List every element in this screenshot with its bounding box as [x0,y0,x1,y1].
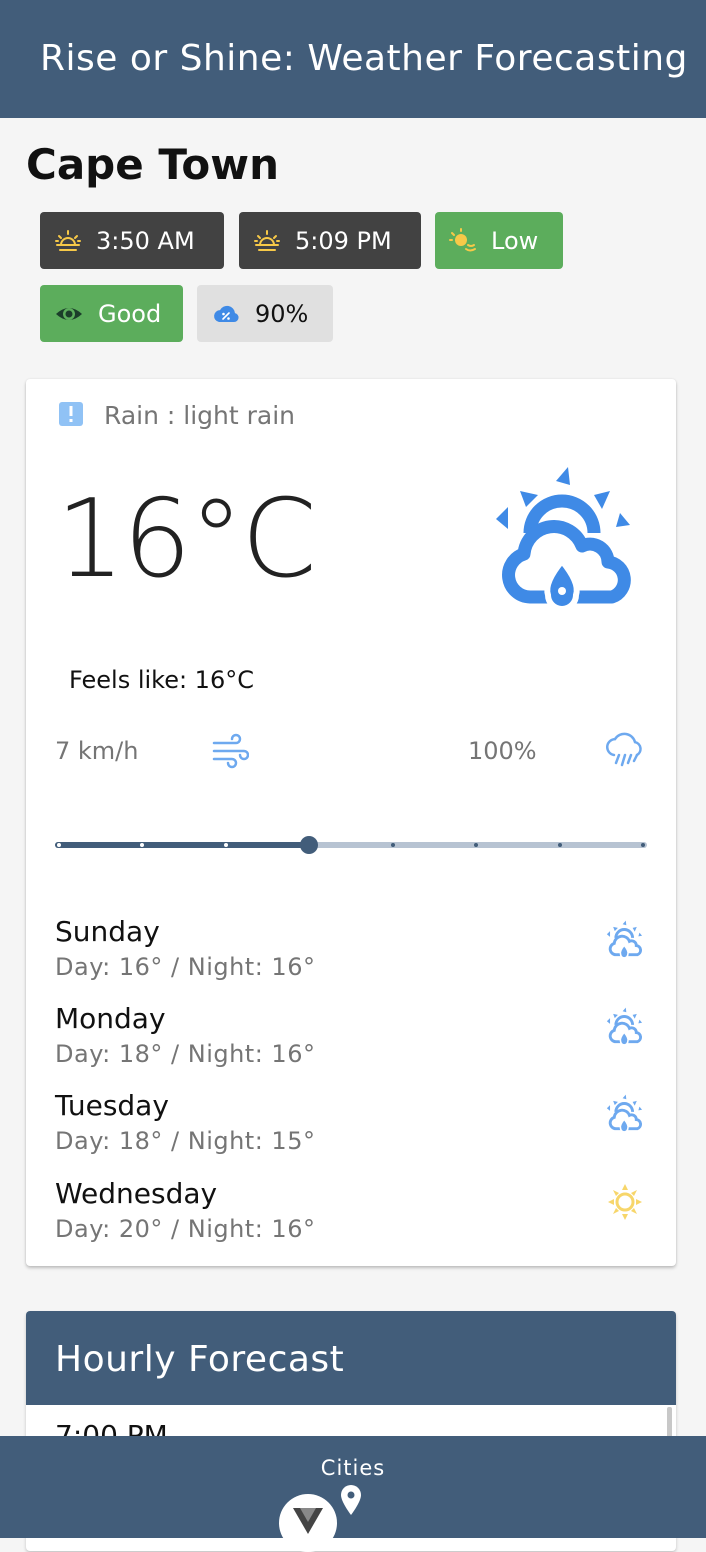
sunset-icon [254,229,280,251]
slider-tick [557,843,562,847]
app-bar: Rise or Shine: Weather Forecasting [0,0,706,118]
current-weather-card: Rain : light rain 16°C Feels like: 16°C … [26,379,676,1266]
day-slider[interactable] [55,835,647,855]
location-pin-icon[interactable] [340,1484,362,1516]
visibility-chip[interactable]: Good [40,285,183,342]
wind-speed: 7 km/h [55,737,139,765]
sunset-time: 5:09 PM [295,226,392,255]
humidity-cloud-icon [214,305,239,322]
sun-cloud-rain-icon [606,920,643,959]
day-name: Wednesday [55,1177,218,1210]
slider-tick [641,843,645,847]
humidity-value: 90% [255,299,309,328]
slider-tick [223,843,228,847]
day-temps: Day: 18° / Night: 15° [55,1127,316,1155]
day-temps: Day: 20° / Night: 16° [55,1215,316,1243]
uv-index-icon [449,227,476,251]
slider-thumb[interactable] [300,836,319,854]
nav-cities-label[interactable]: Cities [0,1456,706,1480]
app-title: Rise or Shine: Weather Forecasting [40,38,688,79]
alert-icon [59,402,83,426]
current-temperature: 16°C [56,477,317,602]
uv-chip[interactable]: Low [435,212,563,269]
sun-cloud-rain-icon [496,467,631,612]
sunrise-icon [55,229,81,251]
day-temps: Day: 18° / Night: 16° [55,1040,316,1068]
feels-like-text: Feels like: 16°C [69,666,254,694]
humidity-chip[interactable]: 90% [197,285,333,342]
sunrise-time: 3:50 AM [96,226,195,255]
precipitation-chance: 100% [468,737,537,765]
slider-tick [57,843,61,847]
city-title: Cape Town [26,140,279,189]
daily-row-monday[interactable]: Monday Day: 18° / Night: 16° [55,1002,645,1080]
vue-logo-icon [293,1508,323,1534]
daily-row-tuesday[interactable]: Tuesday Day: 18° / Night: 15° [55,1089,645,1167]
day-name: Tuesday [55,1089,169,1122]
sunset-chip[interactable]: 5:09 PM [239,212,421,269]
slider-tick [390,843,395,847]
day-name: Sunday [55,915,160,948]
day-name: Monday [55,1002,166,1035]
bottom-navigation: Cities [0,1436,706,1552]
day-temps: Day: 16° / Night: 16° [55,953,316,981]
sunrise-chip[interactable]: 3:50 AM [40,212,224,269]
slider-fill [55,842,310,848]
visibility-value: Good [98,299,162,328]
hourly-forecast-header: Hourly Forecast [26,1311,676,1405]
daily-row-sunday[interactable]: Sunday Day: 16° / Night: 16° [55,915,645,993]
hourly-forecast-title: Hourly Forecast [55,1339,345,1380]
wind-icon [212,733,249,769]
daily-row-wednesday[interactable]: Wednesday Day: 20° / Night: 16° [55,1177,645,1255]
sun-icon [608,1184,642,1220]
uv-value: Low [491,226,539,255]
eye-icon [56,307,82,320]
rain-cloud-icon [606,732,642,767]
vue-logo-button[interactable] [279,1494,337,1552]
weather-alert-text: Rain : light rain [104,401,295,430]
sun-cloud-rain-icon [606,1007,643,1046]
sun-cloud-rain-icon [606,1094,643,1133]
